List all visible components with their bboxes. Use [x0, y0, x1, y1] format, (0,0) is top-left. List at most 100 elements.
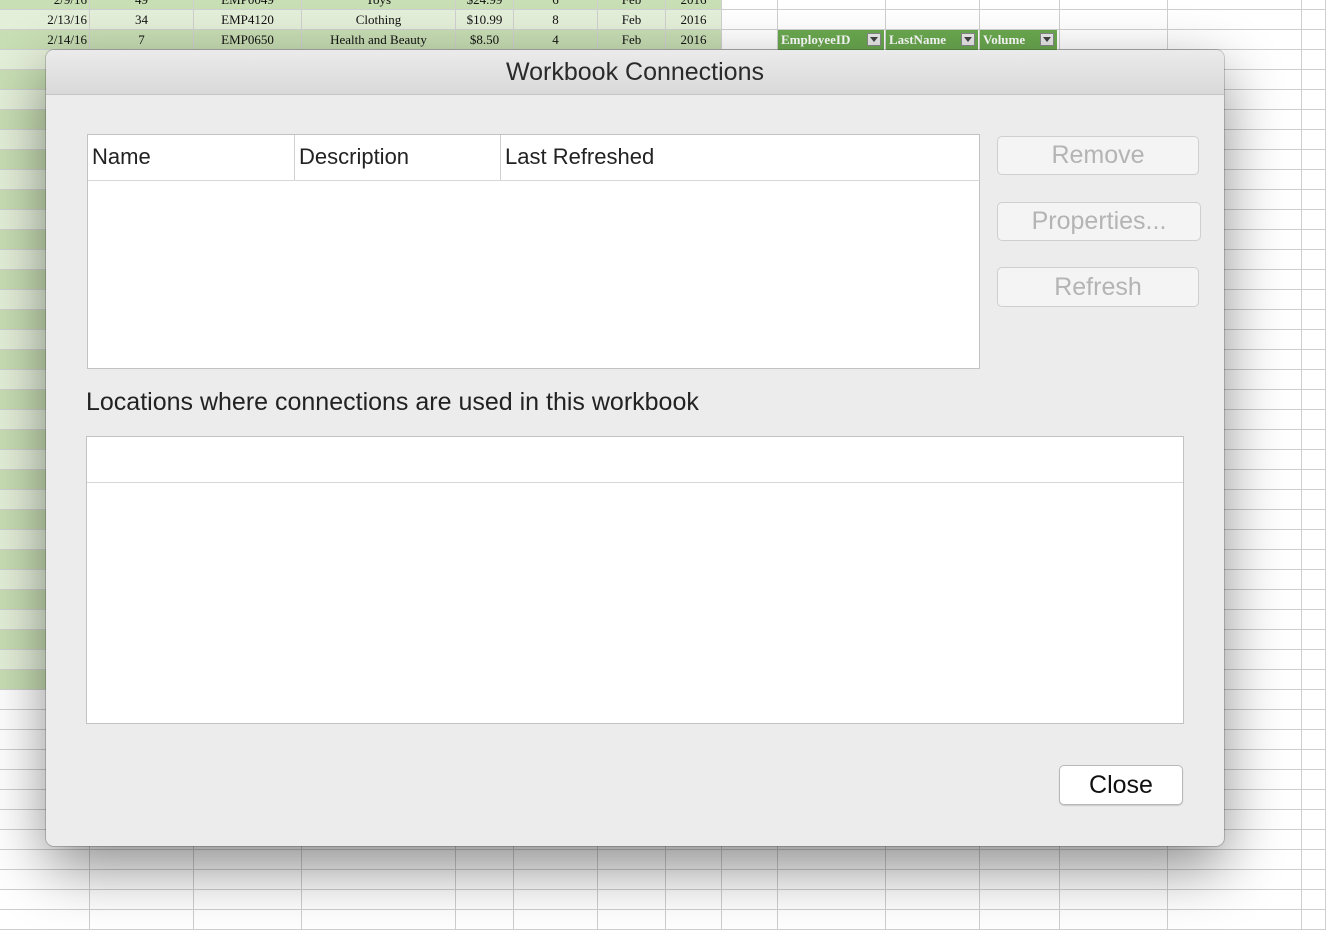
sheet-cell[interactable] — [0, 910, 90, 930]
sheet-cell[interactable] — [722, 10, 778, 30]
sheet-cell[interactable] — [598, 870, 666, 890]
sheet-cell[interactable] — [886, 0, 980, 10]
sheet-cell[interactable] — [980, 10, 1060, 30]
sheet-cell[interactable] — [514, 870, 598, 890]
sheet-cell[interactable] — [1302, 630, 1326, 650]
sheet-cell[interactable] — [1302, 330, 1326, 350]
sheet-cell[interactable]: EMP0049 — [194, 0, 302, 10]
table-header-cell[interactable]: Volume — [980, 30, 1058, 50]
sheet-cell[interactable]: $8.50 — [456, 30, 514, 50]
sheet-cell[interactable] — [302, 910, 456, 930]
connections-table[interactable]: Name Description Last Refreshed — [87, 134, 980, 369]
sheet-cell[interactable] — [666, 850, 722, 870]
sheet-cell[interactable] — [722, 30, 778, 50]
sheet-cell[interactable] — [456, 850, 514, 870]
sheet-cell[interactable] — [1302, 270, 1326, 290]
sheet-cell[interactable] — [1168, 910, 1302, 930]
sheet-cell[interactable]: 2/9/16 — [0, 0, 90, 10]
sheet-cell[interactable] — [1302, 710, 1326, 730]
sheet-cell[interactable] — [194, 910, 302, 930]
filter-dropdown-icon[interactable] — [961, 33, 975, 46]
sheet-cell[interactable] — [1302, 530, 1326, 550]
sheet-cell[interactable] — [456, 870, 514, 890]
sheet-cell[interactable] — [1302, 890, 1326, 910]
sheet-cell[interactable]: 49 — [90, 0, 194, 10]
sheet-cell[interactable] — [1302, 70, 1326, 90]
sheet-cell[interactable] — [1302, 610, 1326, 630]
sheet-cell[interactable] — [1302, 290, 1326, 310]
sheet-cell[interactable]: Feb — [598, 0, 666, 10]
sheet-cell[interactable] — [1302, 770, 1326, 790]
sheet-cell[interactable] — [1302, 350, 1326, 370]
sheet-cell[interactable] — [1302, 510, 1326, 530]
sheet-cell[interactable]: Feb — [598, 30, 666, 50]
sheet-cell[interactable] — [1168, 870, 1302, 890]
sheet-cell[interactable] — [1302, 390, 1326, 410]
sheet-cell[interactable] — [722, 850, 778, 870]
table-header-cell[interactable]: EmployeeID — [778, 30, 885, 50]
sheet-cell[interactable] — [514, 850, 598, 870]
sheet-cell[interactable]: Feb — [598, 10, 666, 30]
sheet-cell[interactable] — [980, 910, 1060, 930]
sheet-cell[interactable] — [302, 850, 456, 870]
sheet-cell[interactable] — [1302, 830, 1326, 850]
table-header-cell[interactable]: LastName — [886, 30, 979, 50]
column-header-last-refreshed[interactable]: Last Refreshed — [500, 135, 979, 180]
sheet-cell[interactable] — [1302, 150, 1326, 170]
sheet-cell[interactable] — [1302, 230, 1326, 250]
sheet-cell[interactable] — [1302, 10, 1326, 30]
sheet-cell[interactable] — [598, 910, 666, 930]
sheet-cell[interactable] — [598, 850, 666, 870]
sheet-cell[interactable] — [0, 890, 90, 910]
sheet-cell[interactable]: 34 — [90, 10, 194, 30]
sheet-cell[interactable]: Clothing — [302, 10, 456, 30]
sheet-cell[interactable] — [194, 850, 302, 870]
sheet-cell[interactable] — [722, 870, 778, 890]
sheet-cell[interactable] — [1060, 30, 1168, 50]
sheet-cell[interactable] — [1302, 250, 1326, 270]
sheet-cell[interactable] — [194, 890, 302, 910]
sheet-cell[interactable] — [1302, 490, 1326, 510]
sheet-cell[interactable] — [1302, 310, 1326, 330]
sheet-cell[interactable] — [666, 890, 722, 910]
sheet-cell[interactable] — [1302, 570, 1326, 590]
sheet-cell[interactable] — [886, 910, 980, 930]
sheet-cell[interactable] — [886, 890, 980, 910]
sheet-cell[interactable] — [980, 0, 1060, 10]
sheet-cell[interactable] — [722, 0, 778, 10]
sheet-cell[interactable]: 2016 — [666, 10, 722, 30]
sheet-cell[interactable] — [1302, 750, 1326, 770]
filter-dropdown-icon[interactable] — [1040, 33, 1054, 46]
sheet-cell[interactable] — [1302, 730, 1326, 750]
sheet-cell[interactable] — [1302, 690, 1326, 710]
sheet-cell[interactable] — [1302, 850, 1326, 870]
properties-button[interactable]: Properties... — [997, 202, 1201, 241]
sheet-cell[interactable] — [1302, 650, 1326, 670]
sheet-cell[interactable] — [1060, 870, 1168, 890]
sheet-cell[interactable] — [1060, 0, 1168, 10]
sheet-cell[interactable] — [514, 910, 598, 930]
sheet-cell[interactable] — [1302, 170, 1326, 190]
sheet-cell[interactable] — [980, 850, 1060, 870]
locations-list[interactable] — [86, 436, 1184, 724]
sheet-cell[interactable] — [1302, 190, 1326, 210]
sheet-cell[interactable]: 7 — [90, 30, 194, 50]
sheet-cell[interactable] — [1302, 110, 1326, 130]
sheet-cell[interactable] — [194, 870, 302, 890]
sheet-cell[interactable]: 2/13/16 — [0, 10, 90, 30]
sheet-cell[interactable] — [1302, 810, 1326, 830]
sheet-cell[interactable]: $24.99 — [456, 0, 514, 10]
sheet-cell[interactable] — [1302, 50, 1326, 70]
sheet-cell[interactable] — [778, 910, 886, 930]
sheet-cell[interactable] — [1168, 30, 1302, 50]
sheet-cell[interactable] — [0, 850, 90, 870]
sheet-cell[interactable]: 2016 — [666, 0, 722, 10]
sheet-cell[interactable] — [1302, 410, 1326, 430]
sheet-cell[interactable] — [90, 890, 194, 910]
sheet-cell[interactable]: 4 — [514, 30, 598, 50]
sheet-cell[interactable] — [666, 910, 722, 930]
sheet-cell[interactable] — [666, 870, 722, 890]
sheet-cell[interactable] — [90, 870, 194, 890]
sheet-cell[interactable] — [1302, 910, 1326, 930]
sheet-cell[interactable] — [722, 890, 778, 910]
